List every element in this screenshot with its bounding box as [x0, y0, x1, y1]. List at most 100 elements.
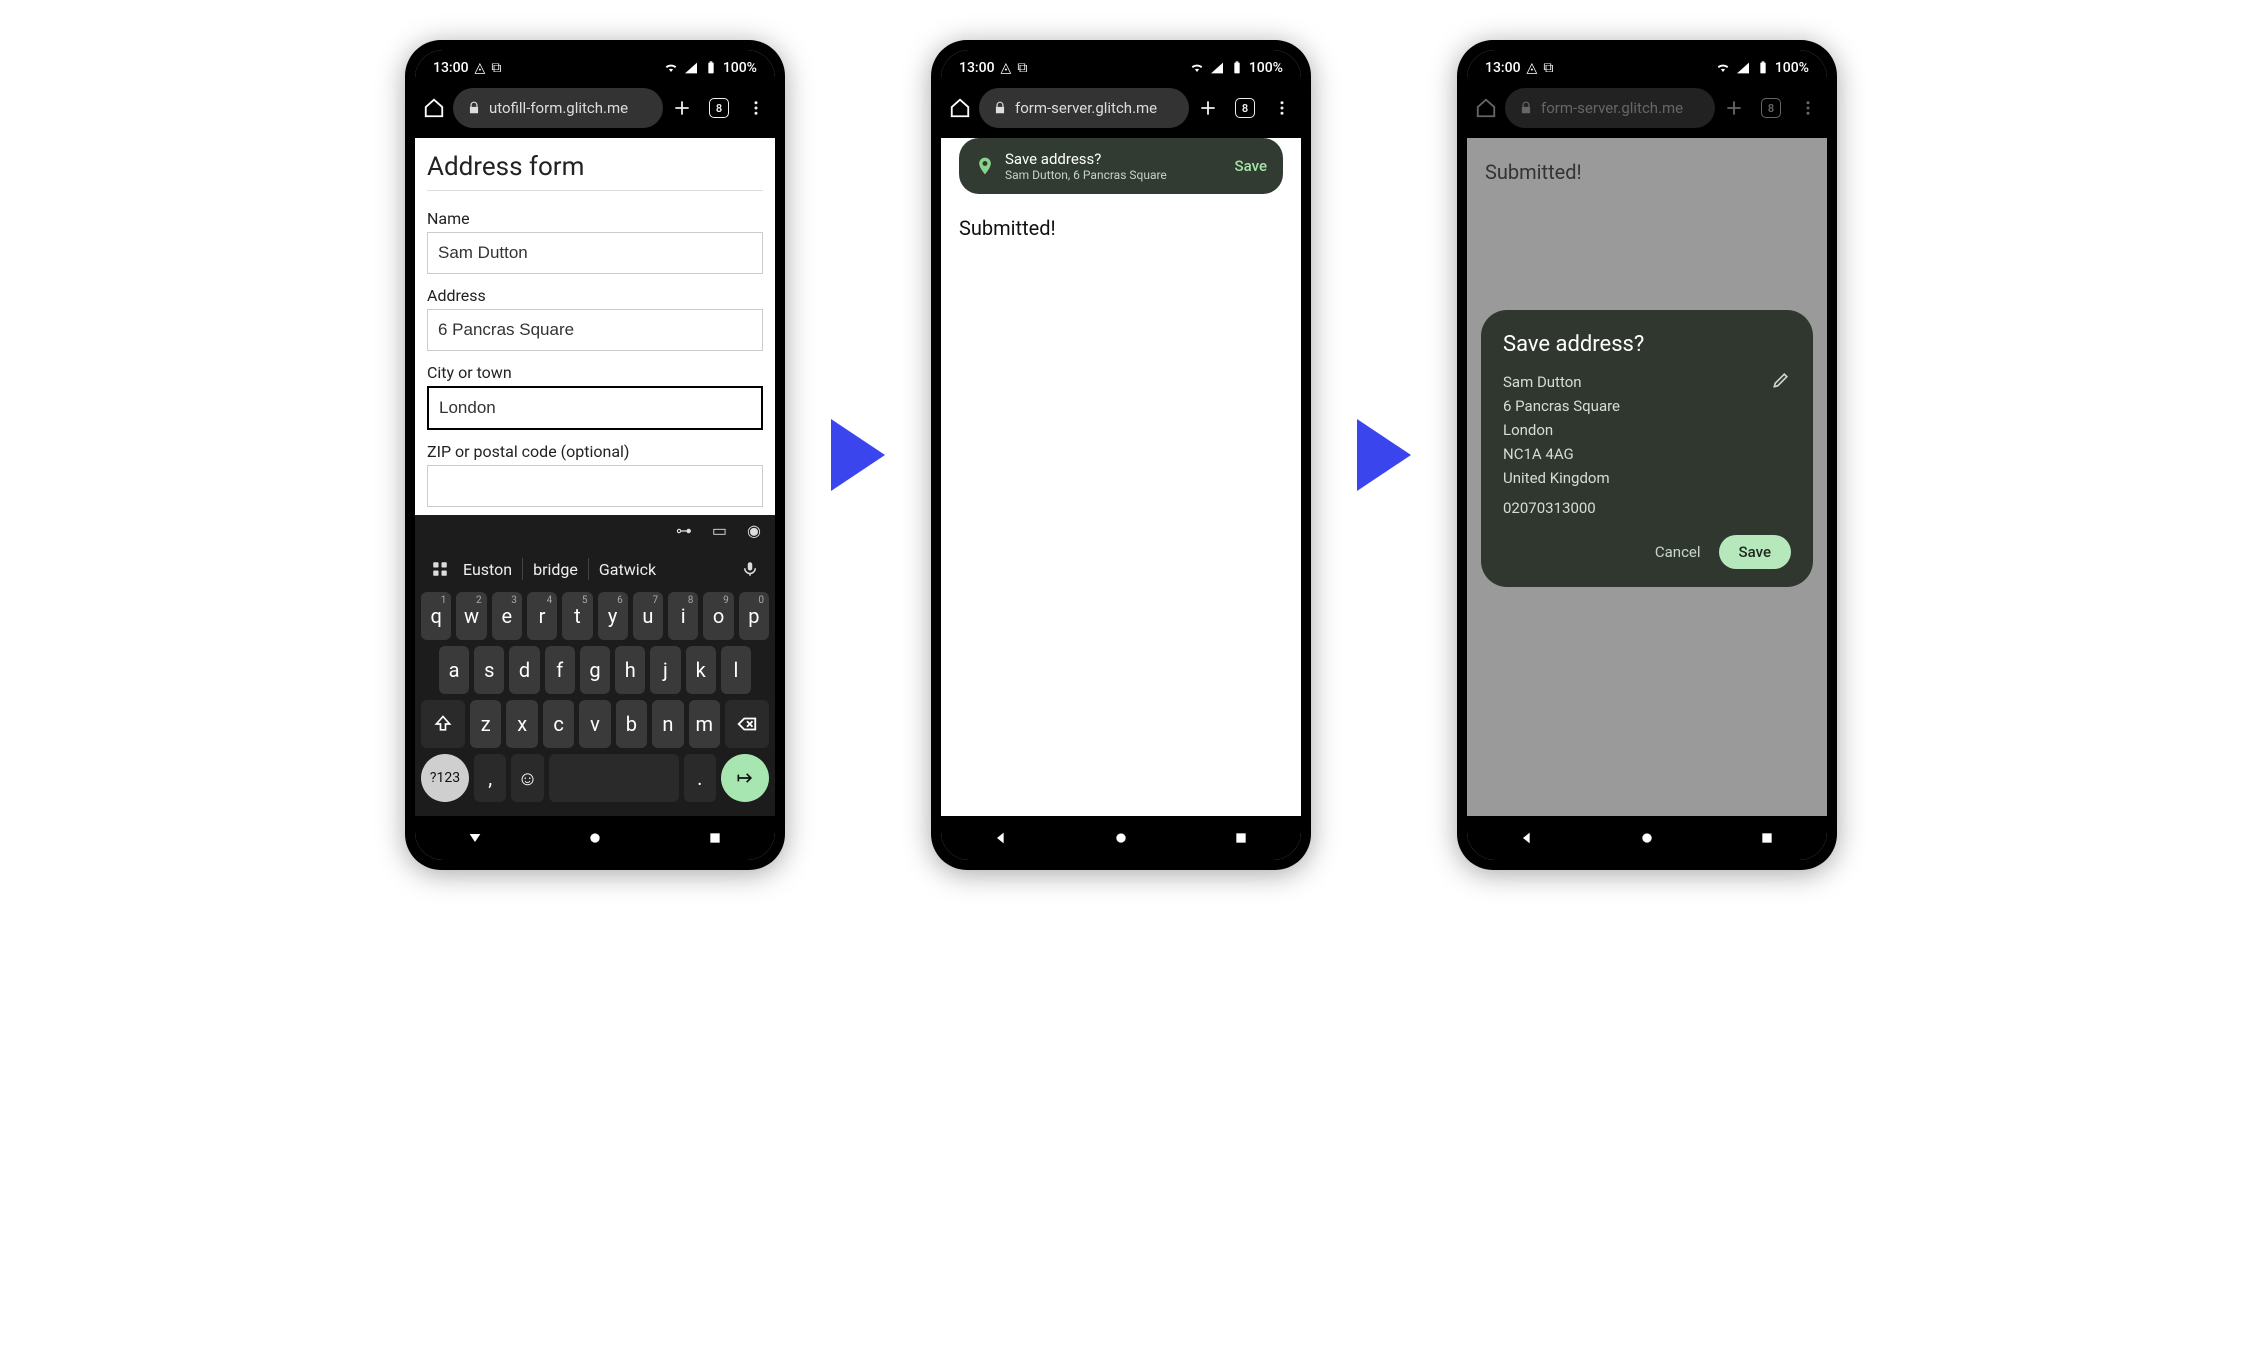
battery-icon	[1229, 60, 1245, 76]
card-icon[interactable]: ▭	[712, 521, 727, 540]
tabs-count[interactable]: 8	[709, 98, 729, 118]
browser-toolbar: utofill-form.glitch.me 8	[415, 82, 775, 138]
key-n[interactable]: n	[652, 700, 683, 748]
key-z[interactable]: z	[470, 700, 501, 748]
key-j[interactable]: j	[650, 646, 680, 694]
nav-home-icon[interactable]	[587, 830, 603, 846]
url-bar[interactable]: form-server.glitch.me	[979, 88, 1189, 128]
home-icon[interactable]	[1475, 97, 1497, 119]
nav-back-icon[interactable]	[993, 830, 1009, 846]
home-icon[interactable]	[423, 97, 445, 119]
camera-notch	[1114, 44, 1128, 58]
save-button[interactable]: Save	[1719, 535, 1791, 569]
key-a[interactable]: a	[439, 646, 469, 694]
nav-home-icon[interactable]	[1113, 830, 1129, 846]
key-k[interactable]: k	[686, 646, 716, 694]
chip-title: Save address?	[1005, 150, 1225, 168]
key-p[interactable]: p0	[739, 592, 769, 640]
new-tab-icon[interactable]	[1723, 97, 1745, 119]
system-nav	[1467, 816, 1827, 860]
edit-icon[interactable]	[1771, 370, 1791, 390]
key-o[interactable]: o9	[703, 592, 733, 640]
key-i[interactable]: i8	[668, 592, 698, 640]
new-tab-icon[interactable]	[1197, 97, 1219, 119]
dialog-line: 6 Pancras Square	[1503, 397, 1791, 415]
city-label: City or town	[427, 363, 763, 382]
shift-key[interactable]	[421, 700, 465, 748]
tabs-count[interactable]: 8	[1235, 98, 1255, 118]
key-g[interactable]: g	[580, 646, 610, 694]
battery-pct: 100%	[723, 60, 757, 76]
new-tab-icon[interactable]	[671, 97, 693, 119]
suggestion-word[interactable]: bridge	[533, 560, 578, 579]
page-content: Submitted!	[941, 138, 1301, 816]
signal-icon	[683, 60, 699, 76]
emoji-key[interactable]: ☺	[511, 754, 543, 802]
key-e[interactable]: e3	[492, 592, 522, 640]
camera-notch	[588, 44, 602, 58]
mic-icon[interactable]	[737, 556, 763, 582]
cast-icon: ⧉	[1543, 60, 1553, 76]
kebab-menu-icon[interactable]	[1797, 97, 1819, 119]
key-s[interactable]: s	[474, 646, 504, 694]
password-icon[interactable]: ⊶	[676, 521, 692, 540]
key-w[interactable]: w2	[456, 592, 486, 640]
key-v[interactable]: v	[579, 700, 610, 748]
autorotate-icon: ◬	[1001, 60, 1012, 76]
location-icon[interactable]: ◉	[747, 521, 761, 540]
save-address-chip[interactable]: Save address? Sam Dutton, 6 Pancras Squa…	[959, 138, 1283, 194]
enter-key[interactable]	[721, 754, 769, 802]
dialog-line: Sam Dutton	[1503, 373, 1791, 391]
url-bar[interactable]: form-server.glitch.me	[1505, 88, 1715, 128]
nav-back-icon[interactable]	[467, 830, 483, 846]
name-input[interactable]	[427, 232, 763, 274]
address-label: Address	[427, 286, 763, 305]
chip-subtitle: Sam Dutton, 6 Pancras Square	[1005, 168, 1225, 182]
city-input[interactable]	[427, 386, 763, 430]
nav-home-icon[interactable]	[1639, 830, 1655, 846]
numeric-key[interactable]: ?123	[421, 754, 469, 802]
key-m[interactable]: m	[689, 700, 720, 748]
page-content: Address form Name Address City or town Z…	[415, 138, 775, 515]
suggestion-word[interactable]: Euston	[463, 560, 512, 579]
key-t[interactable]: t5	[562, 592, 592, 640]
key-l[interactable]: l	[721, 646, 751, 694]
autorotate-icon: ◬	[1527, 60, 1538, 76]
nav-recent-icon[interactable]	[1233, 830, 1249, 846]
apps-icon[interactable]	[427, 556, 453, 582]
kebab-menu-icon[interactable]	[745, 97, 767, 119]
zip-input[interactable]	[427, 465, 763, 507]
address-input[interactable]	[427, 309, 763, 351]
comma-key[interactable]: ,	[474, 754, 506, 802]
cancel-button[interactable]: Cancel	[1655, 543, 1701, 561]
backspace-key[interactable]	[725, 700, 769, 748]
key-f[interactable]: f	[545, 646, 575, 694]
period-key[interactable]: .	[684, 754, 716, 802]
lock-icon	[467, 101, 481, 115]
key-y[interactable]: y6	[598, 592, 628, 640]
suggestion-word[interactable]: Gatwick	[599, 560, 656, 579]
key-c[interactable]: c	[543, 700, 574, 748]
home-icon[interactable]	[949, 97, 971, 119]
url-bar[interactable]: utofill-form.glitch.me	[453, 88, 663, 128]
nav-recent-icon[interactable]	[707, 830, 723, 846]
kebab-menu-icon[interactable]	[1271, 97, 1293, 119]
key-u[interactable]: u7	[633, 592, 663, 640]
nav-recent-icon[interactable]	[1759, 830, 1775, 846]
key-q[interactable]: q1	[421, 592, 451, 640]
space-key[interactable]	[549, 754, 679, 802]
key-x[interactable]: x	[506, 700, 537, 748]
save-address-dialog: Save address? Sam Dutton 6 Pancras Squar…	[1481, 310, 1813, 587]
key-d[interactable]: d	[509, 646, 539, 694]
key-r[interactable]: r4	[527, 592, 557, 640]
dialog-phone: 02070313000	[1503, 499, 1791, 517]
key-h[interactable]: h	[615, 646, 645, 694]
autorotate-icon: ◬	[475, 60, 486, 76]
key-b[interactable]: b	[616, 700, 647, 748]
nav-back-icon[interactable]	[1519, 830, 1535, 846]
battery-icon	[1755, 60, 1771, 76]
browser-toolbar: form-server.glitch.me 8	[1467, 82, 1827, 138]
chip-save-button[interactable]: Save	[1235, 157, 1267, 175]
tabs-count[interactable]: 8	[1761, 98, 1781, 118]
dialog-title: Save address?	[1503, 332, 1791, 357]
